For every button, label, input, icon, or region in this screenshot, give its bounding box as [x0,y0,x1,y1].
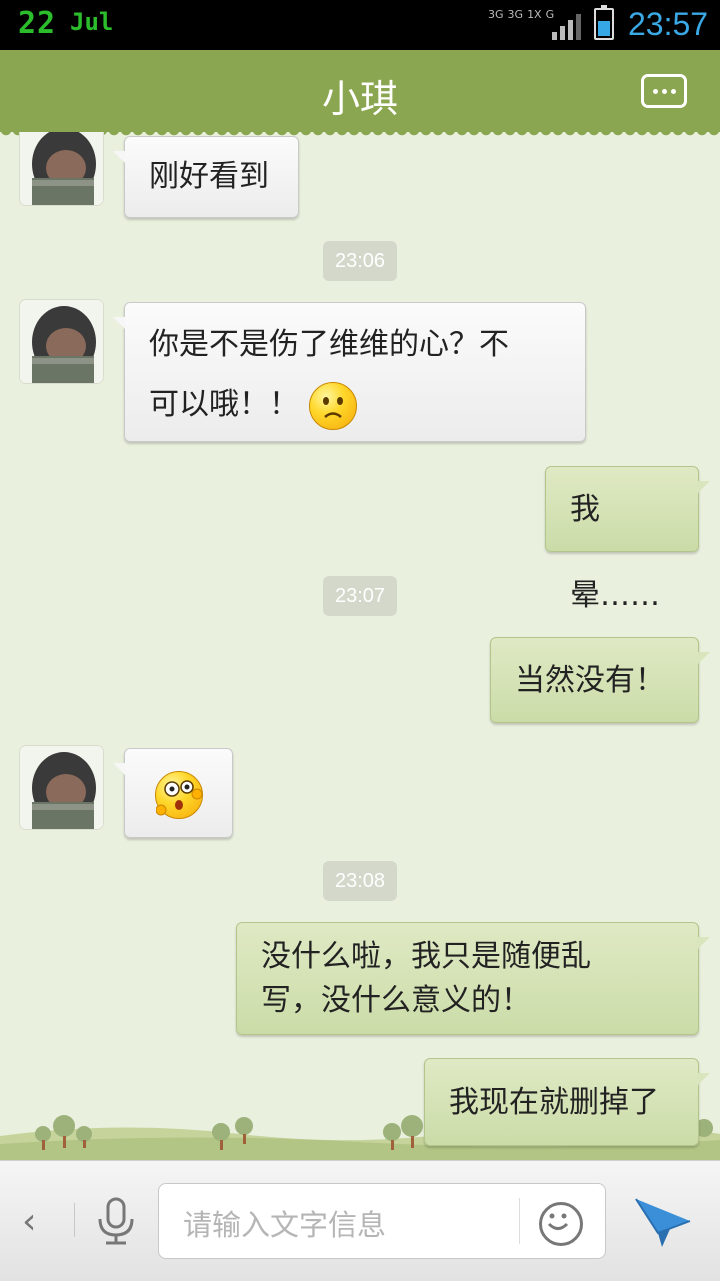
contact-avatar[interactable] [20,300,103,383]
emoji-picker-icon[interactable] [539,1202,583,1246]
signal-strength-icon [552,14,581,40]
incoming-message-bubble[interactable] [113,748,233,838]
message-text-line: 可以哦！！ [149,387,299,422]
outgoing-message-bubble[interactable]: 当然没有！ [490,637,710,723]
surprised-face-emoji-icon [154,770,203,819]
timestamp-badge: 23:06 [323,241,397,281]
status-time: 23:57 [628,6,709,42]
outgoing-message-bubble[interactable]: 我现在就删掉了 [424,1058,710,1146]
sad-face-emoji-icon [308,381,357,430]
more-options-button[interactable] [641,74,687,108]
message-text: 当然没有！ [515,663,665,698]
network-label: 3G [507,8,524,21]
contact-avatar[interactable] [20,132,103,205]
send-icon[interactable] [632,1193,694,1249]
avatar-photo-icon [20,746,103,829]
status-date-month: Jul [70,8,114,36]
network-type-indicators: 3G 3G 1X G [488,8,558,21]
message-text-input[interactable]: 请输入文字信息 [158,1183,606,1259]
message-input-bar: ‹ 请输入文字信息 [0,1160,720,1281]
status-bar: 22 Jul 3G 3G 1X G 23:57 [0,0,720,50]
contact-name: 小琪 [321,77,398,121]
incoming-message-bubble[interactable]: 刚好看到 [113,136,299,218]
incoming-message-bubble[interactable]: 你是不是伤了维维的心？不 可以哦！！ [113,302,586,442]
message-text-line: 没什么啦，我只是随便乱 [261,939,591,974]
message-text-line: 写，没什么意义的！ [261,983,531,1018]
message-text: 刚好看到 [149,159,269,194]
timestamp-badge: 23:08 [323,861,397,901]
outgoing-message-bubble[interactable]: 没什么啦，我只是随便乱 写，没什么意义的！ [236,922,710,1035]
timestamp-badge: 23:07 [323,576,397,616]
network-label: 1X [527,8,542,21]
message-text: 我晕…… [570,492,660,613]
network-label: 3G [488,8,504,21]
contact-avatar[interactable] [20,746,103,829]
outgoing-message-bubble[interactable]: 我晕…… [545,466,710,613]
back-button[interactable]: ‹ [22,1201,36,1242]
avatar-photo-icon [20,132,103,205]
chat-header: 小琪 [0,50,720,138]
message-text: 我现在就删掉了 [449,1085,659,1120]
battery-icon [594,5,614,40]
avatar-photo-icon [20,300,103,383]
input-placeholder: 请输入文字信息 [183,1208,387,1242]
status-date-day: 22 [18,6,57,41]
divider [519,1198,520,1244]
microphone-icon[interactable] [94,1197,138,1245]
message-text-line: 你是不是伤了维维的心？不 [149,327,509,362]
message-list[interactable]: 刚好看到 23:06 你是不是伤了维维的心？不 可以哦！！ 我晕…… 23:07… [0,132,720,1160]
divider [74,1203,75,1237]
